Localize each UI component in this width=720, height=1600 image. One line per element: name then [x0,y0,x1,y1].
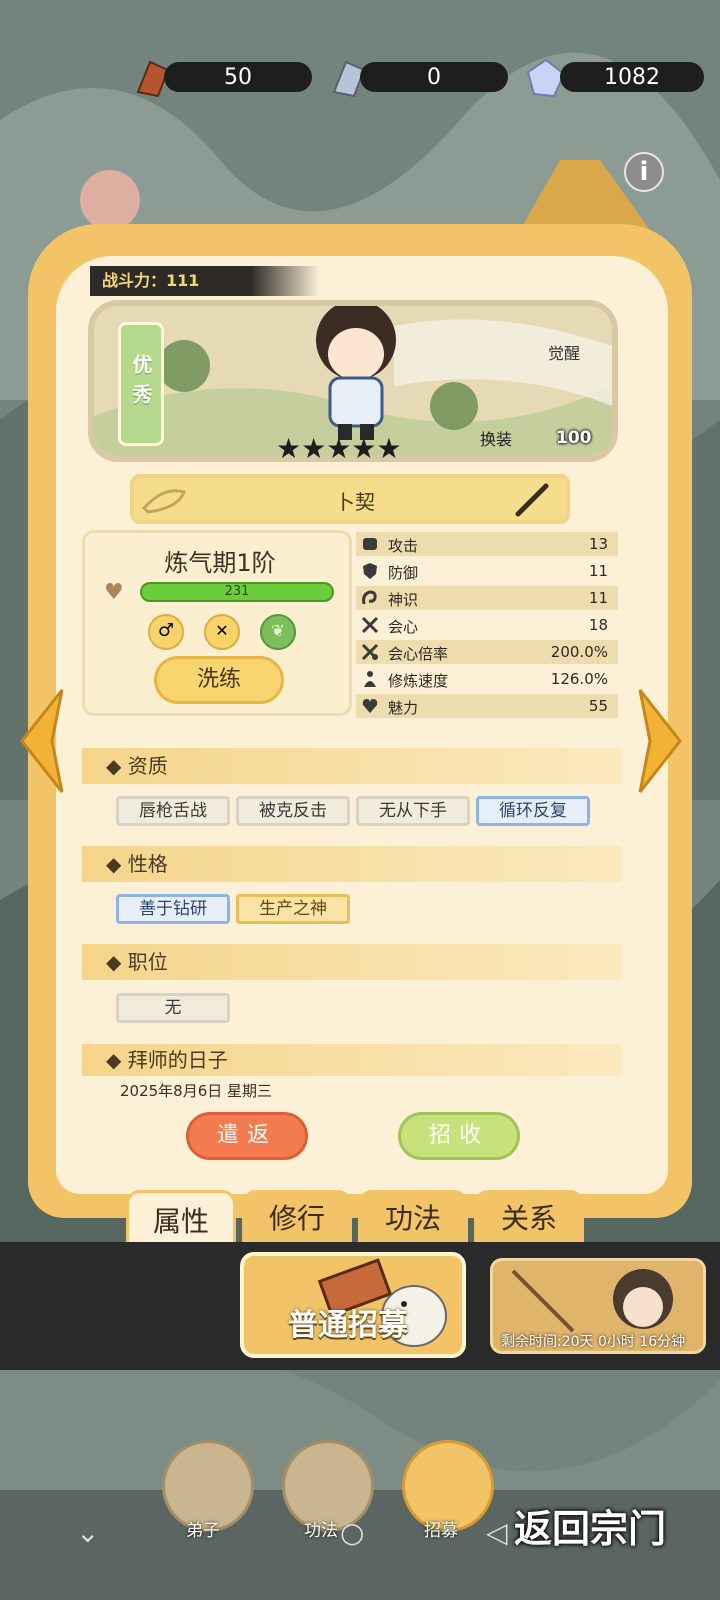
awaken-button[interactable]: 觉醒 [548,340,580,364]
stat-label: 攻击 [388,537,419,555]
silver-token-counter: 0 [360,62,508,92]
tab-attributes[interactable]: 属性 [126,1190,236,1250]
personality-tag[interactable]: 善于钻研 [116,894,230,924]
disciple-name: 卜契 [335,490,375,514]
crit-burst-icon [360,642,380,662]
stat-charm: 魅力 55 [356,694,618,718]
tab-cultivation[interactable]: 修行 [242,1190,352,1250]
stat-attack: 攻击 13 [356,532,618,556]
stat-label: 修炼速度 [388,672,449,690]
apprentice-date: 2025年8月6日 星期三 [120,1082,273,1100]
stat-critical: 会心 18 [356,613,618,637]
stat-label: 神识 [388,591,419,609]
heart-icon [360,696,380,716]
aptitude-tag[interactable]: 无从下手 [356,796,470,826]
nav-recruit-label: 招募 [424,1521,458,1541]
nav-techniques-label: 功法 [304,1521,338,1541]
combat-power: 战斗力：111 [90,266,320,296]
info-button[interactable]: i [624,152,664,192]
quality-badge: 优秀 [118,322,164,446]
swap-outfit-button[interactable]: 换装 [480,426,512,450]
section-personality: ◆ 性格 [82,846,622,882]
stat-cultivation-speed: 修炼速度 126.0% [356,667,618,691]
stat-label: 防御 [388,564,419,582]
event-recruit-card[interactable]: 剩余时间:20天 0小时 16分钟 [490,1258,706,1354]
tab-relations[interactable]: 关系 [474,1190,584,1250]
hp-bar: 231 [140,582,334,602]
scroll-icon [138,478,190,520]
spirit-stone-counter: 1082 [560,62,704,92]
shield-icon [360,561,380,581]
wood-element-icon: ❦ [260,614,296,650]
tab-techniques[interactable]: 功法 [358,1190,468,1250]
stat-critical-multiplier: 会心倍率 200.0% [356,640,618,664]
next-disciple-arrow-icon[interactable] [636,686,684,796]
position-tag[interactable]: 无 [116,993,230,1023]
stat-defense: 防御 11 [356,559,618,583]
chevron-down-icon[interactable]: ⌄ [76,1516,99,1549]
event-timer: 剩余时间:20天 0小时 16分钟 [501,1334,686,1350]
stat-value: 18 [588,616,608,634]
fist-icon [360,534,380,554]
previous-disciple-arrow-icon[interactable] [18,686,66,796]
stat-value: 11 [588,589,608,607]
heart-icon: ♥ [104,580,124,605]
spirit-swirl-icon [360,588,380,608]
copper-token-counter: 50 [164,62,312,92]
crossed-swords-icon [360,615,380,635]
nav-disciple-label: 弟子 [186,1521,220,1541]
stat-value: 11 [588,562,608,580]
stat-value: 13 [588,535,608,553]
stat-label: 会心倍率 [388,645,449,663]
cultivation-path-icon: ✕ [204,614,240,650]
stat-value: 126.0% [550,670,608,688]
stat-value: 55 [588,697,608,715]
section-aptitude: ◆ 资质 [82,748,622,784]
meditation-icon [360,669,380,689]
section-position: ◆ 职位 [82,944,622,980]
aptitude-tag[interactable]: 被克反击 [236,796,350,826]
back-triangle-icon[interactable]: ◁ [486,1516,508,1549]
stat-label: 会心 [388,618,419,636]
gender-male-icon: ♂ [148,614,184,650]
home-circle-icon[interactable]: ○ [340,1516,364,1549]
normal-recruit-label: 普通招募 [288,1308,408,1343]
aptitude-tag[interactable]: 唇枪舌战 [116,796,230,826]
stat-value: 200.0% [550,643,608,661]
stat-label: 魅力 [388,699,419,717]
dismiss-button[interactable]: 遣返 [186,1112,308,1160]
rename-brush-icon[interactable] [512,480,552,520]
return-to-sect-button[interactable]: 返回宗门 [514,1498,666,1553]
realm-title: 炼气期1阶 [164,549,276,577]
aptitude-tag[interactable]: 循环反复 [476,796,590,826]
wash-button[interactable]: 洗练 [154,656,284,704]
stat-spirit-sense: 神识 11 [356,586,618,610]
section-apprentice-day: ◆ 拜师的日子 [82,1044,622,1076]
affinity-level: 100 [556,428,592,448]
star-rating: ★★★★★ [276,432,402,465]
recruit-button[interactable]: 招收 [398,1112,520,1160]
personality-tag[interactable]: 生产之神 [236,894,350,924]
normal-recruit-button[interactable]: 普通招募 [240,1252,466,1358]
